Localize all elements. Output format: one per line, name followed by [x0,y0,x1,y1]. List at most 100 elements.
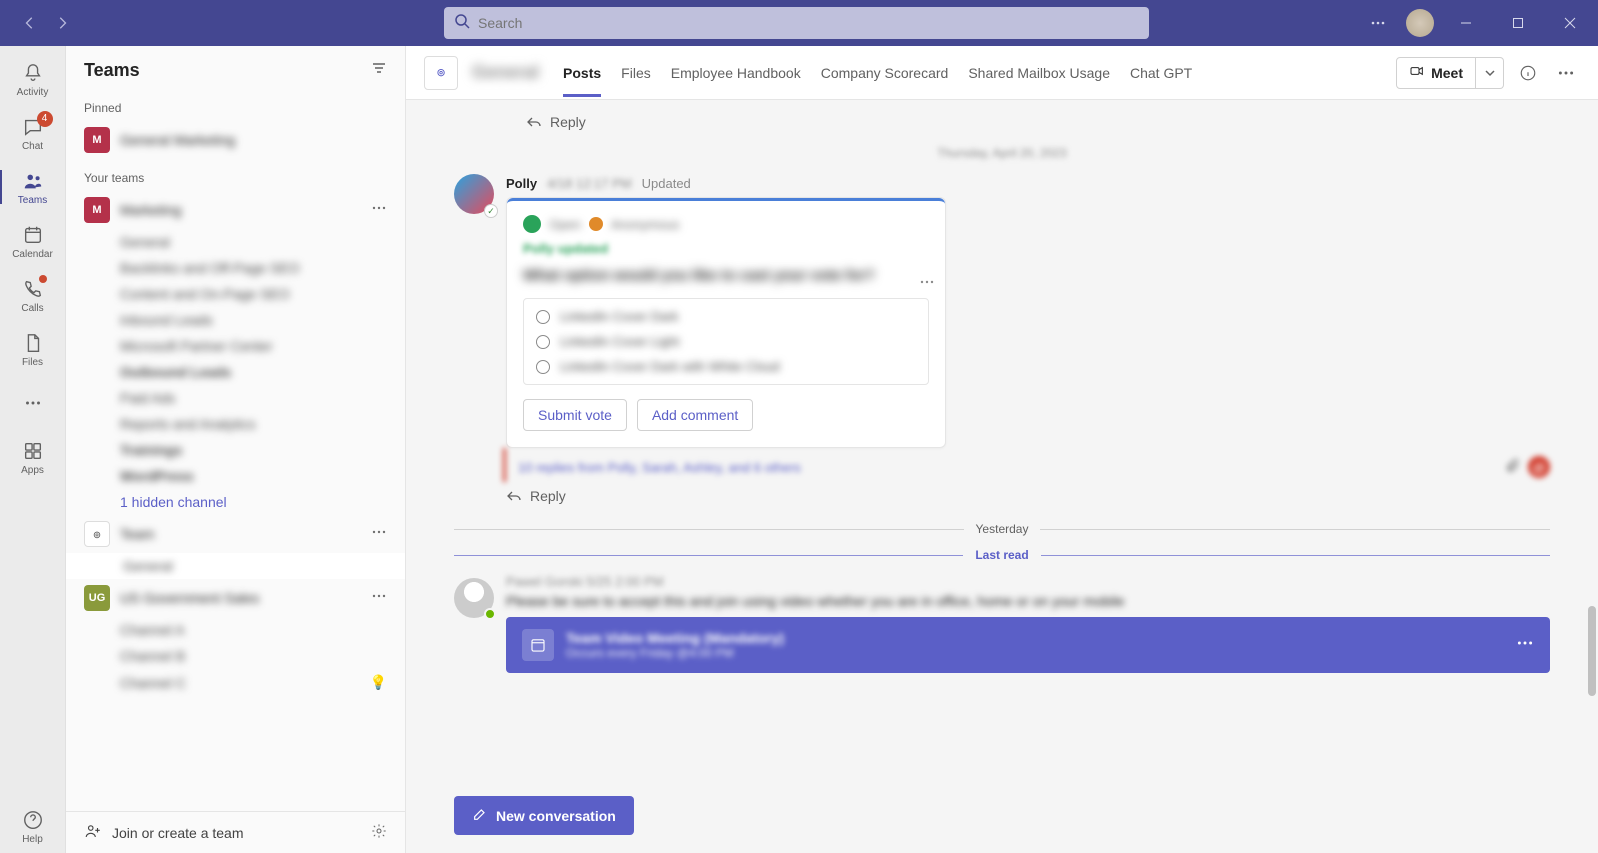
add-comment-button[interactable]: Add comment [637,399,753,431]
tab-files[interactable]: Files [621,49,651,97]
channel-row[interactable]: WordPress [66,463,405,489]
poll-card: Open Anonymous Polly updated What option… [506,197,946,448]
rail-more[interactable] [0,376,66,430]
poll-option[interactable]: LinkedIn Cover Dark [536,309,916,324]
rail-calls[interactable]: Calls [0,268,66,322]
channel-row[interactable]: General [66,229,405,255]
reply-link[interactable]: Reply [506,482,1550,510]
channel-row[interactable]: Outbound Leads [66,359,405,385]
team-name: US Government Sales [120,590,259,606]
meet-button[interactable]: Meet [1396,57,1476,89]
new-conversation-button[interactable]: New conversation [454,796,634,835]
window-maximize-button[interactable] [1498,7,1538,39]
tab-posts[interactable]: Posts [563,49,601,97]
info-button[interactable] [1514,59,1542,87]
channel-avatar: ◎ [424,56,458,90]
channel-row[interactable]: Paid Ads [66,385,405,411]
rail-calendar[interactable]: Calendar [0,214,66,268]
window-minimize-button[interactable] [1446,7,1486,39]
people-add-icon [84,822,102,843]
calendar-icon [21,223,45,247]
meeting-title: Team Video Meeting (Mandatory) [566,630,784,646]
poll-updated-label: Polly updated [523,241,929,256]
channel-row[interactable]: General [66,553,405,579]
channel-header: ◎ General Posts Files Employee Handbook … [406,46,1598,100]
channel-row[interactable]: Backlinks and Off-Page SEO [66,255,405,281]
tab-shared-mailbox-usage[interactable]: Shared Mailbox Usage [968,49,1110,97]
channel-row[interactable]: Channel B [66,643,405,669]
nav-forward-button[interactable] [48,9,76,37]
meeting-more-button[interactable] [1516,634,1534,657]
team-row[interactable]: UG US Government Sales [66,579,405,617]
team-more-button[interactable] [371,200,387,221]
channel-row[interactable]: Trainings [66,437,405,463]
join-create-link[interactable]: Join or create a team [112,825,244,841]
poll-more-button[interactable] [919,274,935,295]
rail-teams[interactable]: Teams [0,160,66,214]
tab-company-scorecard[interactable]: Company Scorecard [821,49,949,97]
team-avatar: ◎ [84,521,110,547]
verified-icon: ✓ [484,204,498,218]
search-box[interactable] [444,7,1149,39]
rail-apps[interactable]: Apps [0,430,66,484]
team-row[interactable]: M Marketing [66,191,405,229]
rail-label: Calls [21,303,43,314]
post-author: Polly [506,176,537,191]
teams-panel: Teams Pinned M General Marketing Your te… [66,46,406,853]
app-rail: Activity 4 Chat Teams Calendar Calls Fil… [0,46,66,853]
poll-question: What option would you like to cast your … [523,266,929,286]
compose-icon [472,806,488,825]
team-avatar: UG [84,585,110,611]
poll-option[interactable]: LinkedIn Cover Light [536,334,916,349]
apps-icon [21,439,45,463]
rail-help[interactable]: Help [0,799,66,853]
files-icon [21,331,45,355]
more-options-button[interactable] [1362,7,1394,39]
user-avatar[interactable] [1406,9,1434,37]
channel-row[interactable]: Channel C💡 [66,669,405,696]
tab-employee-handbook[interactable]: Employee Handbook [671,49,801,97]
window-close-button[interactable] [1550,7,1590,39]
channel-row[interactable]: Microsoft Partner Center [66,333,405,359]
posts-scroll[interactable]: Reply Thursday, April 20, 2023 ✓ Polly 4… [406,100,1598,853]
reply-link[interactable]: Reply [454,108,1550,136]
filter-button[interactable] [371,60,387,81]
rail-files[interactable]: Files [0,322,66,376]
team-row[interactable]: ◎ Team [66,515,405,553]
nav-back-button[interactable] [16,9,44,37]
submit-vote-button[interactable]: Submit vote [523,399,627,431]
replies-summary-link[interactable]: 10 replies from Polly, Sarah, Ashley, an… [503,448,1550,482]
pinned-team-row[interactable]: M General Marketing [66,121,405,159]
mention-badge: @ [1528,456,1550,478]
scrollbar-thumb[interactable] [1588,606,1596,696]
meeting-card[interactable]: Team Video Meeting (Mandatory) Occurs ev… [506,617,1550,673]
poll-option[interactable]: LinkedIn Cover Dark with White Cloud [536,359,916,374]
post-author-line: Pawel Gorski 5/25 2:00 PM [506,574,1550,589]
more-icon [21,391,45,415]
settings-button[interactable] [371,823,387,842]
rail-activity[interactable]: Activity [0,52,66,106]
tab-chat-gpt[interactable]: Chat GPT [1130,49,1192,97]
post-message: Pawel Gorski 5/25 2:00 PM Please be sure… [454,574,1550,673]
team-more-button[interactable] [371,524,387,545]
date-separator: Thursday, April 20, 2023 [454,146,1550,160]
channel-row[interactable]: Content and On-Page SEO [66,281,405,307]
channel-more-button[interactable] [1552,59,1580,87]
meet-dropdown-button[interactable] [1476,57,1504,89]
radio-icon [536,335,550,349]
channel-row[interactable]: Channel A [66,617,405,643]
status-dot-icon [523,215,541,233]
rail-label: Apps [21,465,44,476]
rail-label: Help [22,834,43,845]
channel-row[interactable]: Inbound Leads [66,307,405,333]
titlebar [0,0,1598,46]
hidden-channels-link[interactable]: 1 hidden channel [66,489,405,515]
team-more-button[interactable] [371,588,387,609]
team-avatar: M [84,197,110,223]
rail-chat[interactable]: 4 Chat [0,106,66,160]
panel-title: Teams [84,60,140,81]
search-input[interactable] [478,15,1139,31]
channel-row[interactable]: Reports and Analytics [66,411,405,437]
calls-dot-icon [39,275,47,283]
polly-avatar: ✓ [454,174,494,214]
